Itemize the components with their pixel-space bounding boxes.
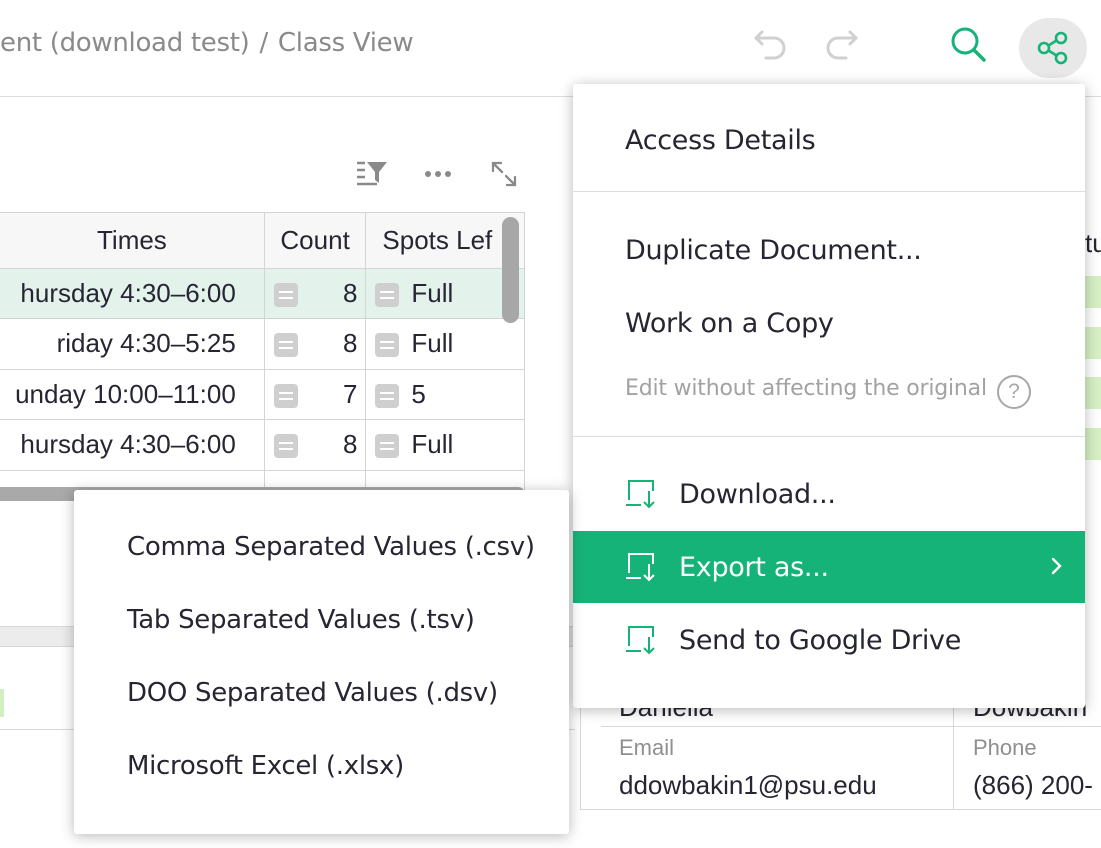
- export-icon: [625, 550, 659, 584]
- undo-icon[interactable]: [746, 20, 794, 68]
- redo-icon[interactable]: [818, 20, 866, 68]
- more-icon[interactable]: [420, 156, 456, 192]
- phone-value[interactable]: (866) 200-: [973, 770, 1093, 801]
- drive-icon: [625, 623, 659, 657]
- spots-value: 5: [411, 378, 426, 409]
- export-submenu: Comma Separated Values (.csv) Tab Separa…: [74, 490, 569, 834]
- reference-chip-icon: [375, 383, 400, 408]
- phone-label: Phone: [973, 735, 1037, 760]
- spots-cell[interactable]: Full: [365, 419, 525, 471]
- count-cell[interactable]: 8: [264, 318, 367, 370]
- count-value: 7: [342, 378, 358, 409]
- breadcrumb-document[interactable]: ent (download test): [0, 28, 250, 58]
- breadcrumb-page[interactable]: Class View: [278, 28, 414, 58]
- export-as-label: Export as...: [679, 551, 829, 583]
- table-row[interactable]: hursday 4:30–6:00 8 Full: [0, 419, 525, 471]
- spots-value: Full: [411, 277, 454, 308]
- reference-chip-icon: [273, 383, 298, 408]
- spots-value: Full: [411, 328, 454, 359]
- times-cell[interactable]: hursday 4:30–6:00: [0, 419, 265, 471]
- search-icon[interactable]: [944, 20, 992, 68]
- table-row[interactable]: unday 10:00–11:00 7 5: [0, 369, 525, 420]
- right-column-header: tu: [1085, 228, 1101, 258]
- download-label: Download...: [679, 478, 836, 510]
- top-bar: ent (download test) / Class View: [0, 0, 1101, 97]
- breadcrumb-separator: /: [259, 28, 268, 58]
- export-csv-item[interactable]: Comma Separated Values (.csv): [74, 510, 569, 583]
- column-header-count[interactable]: Count: [264, 213, 367, 269]
- email-label: Email: [619, 735, 675, 760]
- reference-chip-icon: [273, 282, 298, 307]
- right-column-partial: tu: [1085, 212, 1101, 472]
- export-tsv-item[interactable]: Tab Separated Values (.tsv): [74, 583, 569, 656]
- spots-value: Full: [411, 429, 454, 460]
- status-chip: [0, 689, 4, 717]
- sort-filter-icon[interactable]: [354, 156, 390, 192]
- table-row[interactable]: hursday 4:30–6:00 8 Full: [0, 268, 525, 319]
- chevron-right-icon: [1049, 553, 1065, 586]
- menu-divider: [573, 436, 1085, 437]
- column-header-times[interactable]: Times: [0, 213, 265, 269]
- send-to-google-drive-item[interactable]: Send to Google Drive: [573, 604, 1085, 676]
- count-value: 8: [342, 328, 358, 359]
- menu-divider: [573, 191, 1085, 192]
- count-value: 8: [342, 277, 358, 308]
- times-cell[interactable]: hursday 4:30–6:00: [0, 268, 265, 319]
- spots-cell[interactable]: Full: [365, 268, 525, 319]
- work-on-copy-hint: Edit without affecting the original: [625, 376, 987, 401]
- divider: [601, 726, 1101, 727]
- duplicate-document-item[interactable]: Duplicate Document...: [573, 214, 1085, 286]
- export-as-item[interactable]: Export as...: [573, 531, 1085, 603]
- export-dsv-item[interactable]: DOO Separated Values (.dsv): [74, 656, 569, 729]
- times-cell[interactable]: unday 10:00–11:00: [0, 369, 265, 420]
- status-chip: [1085, 428, 1101, 460]
- column-header-spots-left[interactable]: Spots Lef: [365, 213, 525, 269]
- vertical-scrollbar[interactable]: [502, 217, 519, 323]
- email-value[interactable]: ddowbakin1@psu.edu: [619, 770, 877, 801]
- count-cell[interactable]: 8: [264, 419, 367, 471]
- download-icon: [625, 477, 659, 511]
- download-item[interactable]: Download...: [573, 458, 1085, 530]
- access-details-item[interactable]: Access Details: [573, 104, 1085, 176]
- spots-cell[interactable]: 5: [365, 369, 525, 420]
- reference-chip-icon: [273, 333, 298, 358]
- table-row[interactable]: riday 4:30–5:25 8 Full: [0, 318, 525, 370]
- status-chip: [1085, 276, 1101, 308]
- count-cell[interactable]: 8: [264, 268, 367, 319]
- count-cell[interactable]: 7: [264, 369, 367, 420]
- reference-chip-icon: [375, 434, 400, 459]
- send-to-google-drive-label: Send to Google Drive: [679, 624, 962, 656]
- status-chip: [1085, 327, 1101, 359]
- class-grid: Times Count Spots Lef hursday 4:30–6:00 …: [0, 212, 525, 492]
- export-xlsx-item[interactable]: Microsoft Excel (.xlsx): [74, 729, 569, 802]
- count-value: 8: [342, 429, 358, 460]
- breadcrumb: ent (download test) / Class View: [0, 28, 414, 58]
- reference-chip-icon: [375, 333, 400, 358]
- reference-chip-icon: [375, 282, 400, 307]
- help-icon[interactable]: ?: [997, 375, 1031, 409]
- times-cell[interactable]: riday 4:30–5:25: [0, 318, 265, 370]
- share-menu: Access Details Duplicate Document... Wor…: [573, 84, 1085, 708]
- reference-chip-icon: [273, 434, 298, 459]
- spots-cell[interactable]: Full: [365, 318, 525, 370]
- share-icon[interactable]: [1019, 18, 1087, 78]
- status-chip: [1085, 377, 1101, 409]
- expand-icon[interactable]: [486, 156, 522, 192]
- work-on-copy-item[interactable]: Work on a Copy: [573, 287, 1085, 359]
